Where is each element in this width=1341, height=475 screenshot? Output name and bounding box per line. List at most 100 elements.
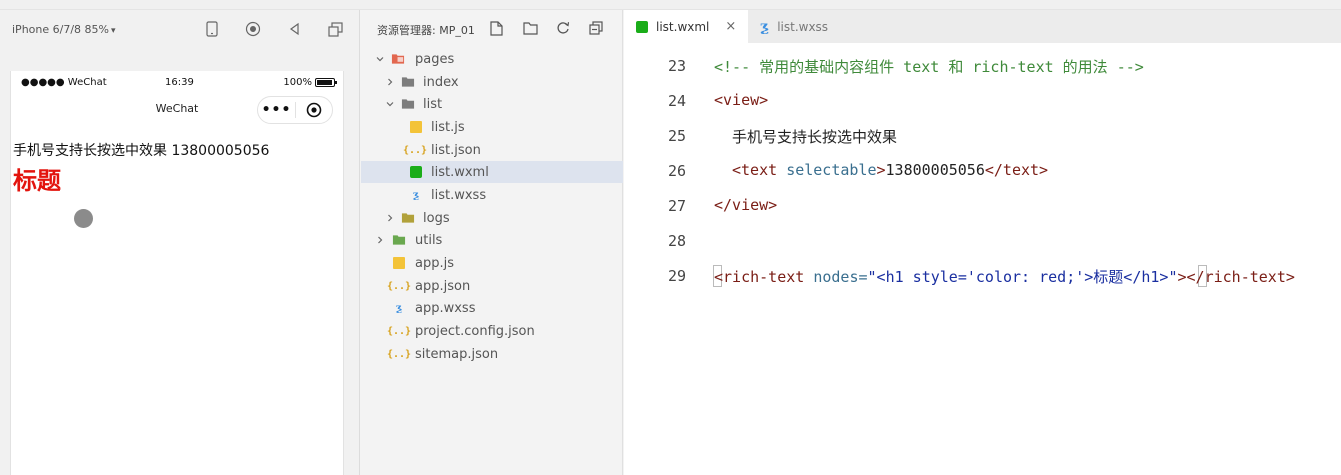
json-file-icon: {..} (402, 144, 428, 156)
explorer-title: 资源管理器: MP_01 (377, 24, 475, 37)
js-file-icon (392, 256, 406, 270)
caret-down-icon: ▾ (110, 25, 116, 36)
simulator-toolbar: iPhone 6/7/8 85% ▾ (0, 10, 359, 48)
top-menu-strip (0, 0, 1341, 10)
tree-item-label: app.json (415, 278, 471, 294)
code-line-29: <rich-text nodes="<h1 style='color: red;… (714, 266, 1295, 287)
wxss-file-icon: ƺ (760, 18, 770, 35)
tree-item-label: index (423, 74, 459, 90)
record-icon[interactable] (243, 19, 263, 39)
tab-list-wxml[interactable]: list.wxml × (624, 10, 748, 43)
tag-gt: > (876, 161, 886, 179)
phone-icon[interactable] (202, 19, 222, 39)
tree-item-project-config-json[interactable]: {..} project.config.json (361, 320, 623, 342)
tree-item-label: list (423, 96, 443, 112)
tree-item-label: logs (423, 210, 450, 226)
wxml-file-icon (636, 20, 648, 33)
tab-list-wxss[interactable]: ƺ list.wxss (748, 10, 870, 43)
detach-window-icon[interactable] (325, 19, 345, 39)
attr-name: selectable (786, 161, 877, 179)
js-file-icon (409, 120, 423, 134)
collapse-all-icon[interactable] (587, 19, 605, 37)
line-number: 25 (667, 127, 686, 145)
chevron-right-icon (385, 213, 395, 223)
tab-label: list.wxss (777, 19, 829, 34)
tree-item-index[interactable]: index (361, 71, 623, 93)
selectable-text-line[interactable]: 手机号支持长按选中效果 13800005056 (13, 140, 269, 160)
close-miniprogram-icon[interactable] (296, 102, 332, 118)
new-file-icon[interactable] (487, 19, 505, 37)
battery-percent: 100% (283, 77, 312, 88)
new-folder-icon[interactable] (521, 19, 539, 37)
rich-text-heading: 标题 (13, 167, 61, 195)
attr-value: "<h1 style='color: red;'>标题</h1>" (867, 268, 1178, 286)
tree-item-logs[interactable]: logs (361, 207, 623, 229)
line-number: 28 (667, 232, 686, 250)
tree-item-pages[interactable]: pages (361, 48, 623, 70)
tree-item-label: list.js (431, 119, 465, 135)
folder-open-icon (401, 97, 415, 111)
tree-item-list[interactable]: list (361, 93, 623, 115)
devtools-window: iPhone 6/7/8 85% ▾ ●●●●● WeChat 16:39 100… (0, 0, 1341, 475)
text-body: 13800005056 (885, 161, 985, 179)
tree-item-label: pages (415, 51, 455, 67)
js-badge (393, 257, 405, 269)
tree-item-list-wxml[interactable]: list.wxml (361, 161, 623, 183)
js-badge (410, 121, 422, 133)
device-label: iPhone 6/7/8 85% (12, 22, 109, 36)
code-line-26: <text selectable>13800005056</text> (732, 161, 1048, 179)
tree-item-list-js[interactable]: list.js (361, 116, 623, 138)
tree-item-list-wxss[interactable]: ƺ list.wxss (361, 184, 623, 206)
tree-item-app-wxss[interactable]: ƺ app.wxss (361, 297, 623, 319)
code-editor: list.wxml × ƺ list.wxss 23 <!-- 常用的基础内容组… (624, 10, 1341, 475)
more-icon[interactable]: ••• (258, 96, 295, 124)
code-line-25: 手机号支持长按选中效果 (732, 128, 898, 146)
tree-item-label: project.config.json (415, 323, 535, 339)
line-number: 26 (667, 162, 686, 180)
tab-label: list.wxml (656, 19, 710, 34)
wechat-nav-bar: WeChat ••• (11, 95, 343, 127)
wxml-badge (410, 166, 422, 178)
sound-icon[interactable] (284, 19, 304, 39)
tree-item-label: app.js (415, 255, 454, 271)
tree-item-app-json[interactable]: {..} app.json (361, 275, 623, 297)
tree-item-label: list.wxss (431, 187, 487, 203)
line-number: 24 (667, 92, 686, 110)
refresh-icon[interactable] (554, 19, 572, 37)
touch-pointer (74, 209, 93, 228)
code-area[interactable]: 23 <!-- 常用的基础内容组件 text 和 rich-text 的用法 -… (624, 43, 1341, 475)
battery-icon (315, 78, 337, 87)
wxml-file-icon (409, 165, 423, 179)
carrier-label: ●●●●● WeChat (21, 77, 107, 88)
phone-screen[interactable]: ●●●●● WeChat 16:39 100% WeChat ••• 手机号支持… (10, 71, 344, 475)
folder-icon (392, 233, 406, 247)
tree-item-utils[interactable]: utils (361, 229, 623, 251)
tag-close: </text> (984, 161, 1049, 179)
tree-item-list-json[interactable]: {..} list.json (361, 139, 623, 161)
capsule-menu: ••• (257, 96, 333, 124)
line-number: 23 (667, 57, 686, 75)
json-file-icon: {..} (386, 348, 412, 360)
chevron-down-icon (375, 54, 385, 64)
tree-item-label: sitemap.json (415, 346, 499, 362)
chevron-right-icon (385, 77, 395, 87)
wxss-file-icon: ƺ (412, 189, 420, 201)
code-line-24: <view> (714, 91, 769, 109)
explorer-header: 资源管理器: MP_01 (361, 10, 622, 48)
device-selector[interactable]: iPhone 6/7/8 85% ▾ (12, 23, 116, 36)
chevron-right-icon (375, 235, 385, 245)
wxss-file-icon: ƺ (395, 302, 403, 314)
simulator-panel: iPhone 6/7/8 85% ▾ ●●●●● WeChat 16:39 100… (0, 10, 360, 475)
status-time: 16:39 (165, 77, 194, 88)
editor-tab-bar: list.wxml × ƺ list.wxss (624, 10, 1341, 43)
status-bar: ●●●●● WeChat 16:39 100% (11, 77, 343, 93)
folder-icon (401, 211, 415, 225)
tree-item-sitemap-json[interactable]: {..} sitemap.json (361, 343, 623, 365)
tree-item-label: app.wxss (415, 300, 476, 316)
close-icon[interactable]: × (725, 19, 736, 34)
tree-item-label: utils (415, 232, 443, 248)
tree-item-app-js[interactable]: app.js (361, 252, 623, 274)
attr-name: nodes= (813, 268, 868, 286)
line-number: 29 (667, 267, 686, 285)
json-file-icon: {..} (386, 280, 412, 292)
